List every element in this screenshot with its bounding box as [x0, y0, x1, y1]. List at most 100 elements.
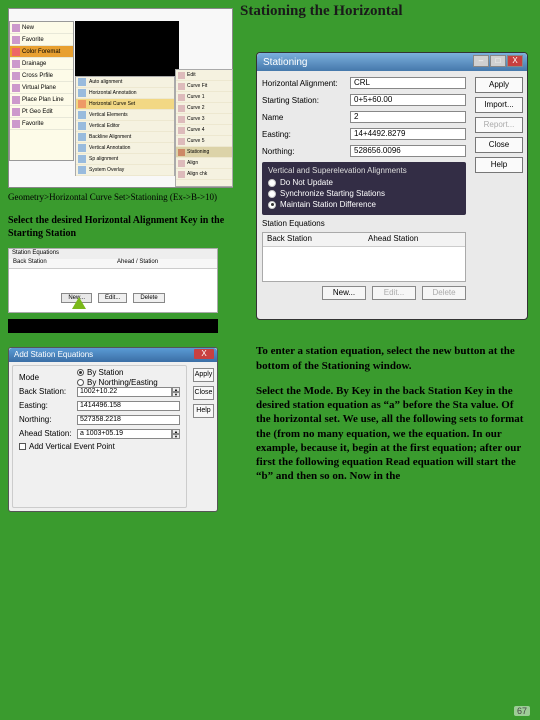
delete-button[interactable]: Delete — [422, 286, 466, 300]
submenu-item-selected[interactable]: Horizontal Curve Set — [76, 99, 174, 110]
close-button[interactable]: Close — [475, 137, 523, 153]
close-icon[interactable]: X — [507, 55, 523, 67]
easting2-input[interactable]: 14+4492.8279 — [350, 128, 466, 140]
apply-button[interactable]: Apply — [475, 77, 523, 93]
page-title: Stationing the Horizontal — [240, 2, 403, 22]
submenu-item[interactable]: System Overlay — [76, 165, 174, 176]
submenu-2: Edit Curve Fit Curve 1 Curve 2 Curve 3 C… — [175, 69, 233, 187]
menu-item[interactable]: Drainage — [10, 58, 73, 70]
caption-menu-path: Geometry>Horizontal Curve Set>Stationing… — [8, 192, 233, 204]
mode-label: Mode — [19, 373, 77, 382]
back-station-input[interactable] — [77, 387, 172, 397]
radio-maintain[interactable] — [268, 201, 276, 209]
submenu-item[interactable]: Auto alignment — [76, 77, 174, 88]
menu-item[interactable]: Pt Geo Edit — [10, 106, 73, 118]
stationing-title: Stationing — [263, 57, 307, 68]
report-button[interactable]: Report... — [475, 117, 523, 133]
submenu2-item[interactable]: Curve Fit — [176, 81, 232, 92]
radio-by-station[interactable] — [77, 369, 84, 376]
submenu2-item[interactable]: Align chk — [176, 169, 232, 180]
mini-header: Station Equations — [9, 249, 217, 259]
station-equations-mini: Station Equations Back Station Ahead / S… — [8, 248, 218, 313]
caption-instruction-1: Select the desired Horizontal Alignment … — [8, 214, 233, 240]
menu-item[interactable]: Virtual Plane — [10, 82, 73, 94]
submenu-item[interactable]: Backline Alignment — [76, 132, 174, 143]
right-column: Stationing – □ X Horizontal Alignment: C… — [256, 52, 528, 484]
submenu2-item[interactable]: Align — [176, 158, 232, 169]
submenu2-item-selected[interactable]: Stationing — [176, 147, 232, 158]
radio-do-not-update[interactable] — [268, 179, 276, 187]
submenu2-item[interactable]: Curve 1 — [176, 92, 232, 103]
mini-delete-button[interactable]: Delete — [133, 293, 164, 303]
menu-screenshot: New Favorite Color Foremat Drainage Cros… — [8, 8, 233, 188]
instruction-paragraph-1: To enter a station equation, select the … — [256, 344, 524, 374]
submenu2-item[interactable]: Curve 3 — [176, 114, 232, 125]
horiz-align-label: Horizontal Alignment: — [262, 79, 350, 88]
menu-item-selected[interactable]: Color Foremat — [10, 46, 73, 58]
new-button[interactable]: New... — [322, 286, 366, 300]
menu-item[interactable]: Place Plan Line — [10, 94, 73, 106]
menu-item[interactable]: Favorite — [10, 118, 73, 130]
horiz-align-select[interactable]: CRL — [350, 77, 466, 89]
black-bar — [8, 319, 218, 333]
page-number: 67 — [514, 706, 530, 716]
add-station-dialog: Add Station Equations X Mode By Station … — [8, 347, 218, 512]
help-button[interactable]: Help — [475, 157, 523, 173]
col-ahead: Ahead Station — [364, 233, 465, 246]
edit-button[interactable]: Edit... — [372, 286, 416, 300]
mini-columns: Back Station Ahead / Station — [9, 259, 217, 269]
apply-button[interactable]: Apply — [193, 368, 214, 382]
mini-col-ahead: Ahead / Station — [113, 259, 217, 268]
easting-label: Easting: — [19, 401, 77, 410]
close-button[interactable]: Close — [193, 386, 214, 400]
stationing-dialog: Stationing – □ X Horizontal Alignment: C… — [256, 52, 528, 320]
station-equations-label: Station Equations — [262, 219, 466, 228]
submenu-item[interactable]: Horizontal Annotation — [76, 88, 174, 99]
starting-station-input[interactable]: 0+5+60.00 — [350, 94, 466, 106]
import-button[interactable]: Import... — [475, 97, 523, 113]
close-icon[interactable]: X — [194, 349, 214, 359]
submenu2-item[interactable]: Edit — [176, 70, 232, 81]
arrow-up-icon — [69, 297, 83, 311]
equations-grid: Back Station Ahead Station — [262, 232, 466, 282]
easting2-label: Easting: — [262, 130, 350, 139]
submenu-item[interactable]: Vertical Editor — [76, 121, 174, 132]
main-menu: New Favorite Color Foremat Drainage Cros… — [9, 21, 74, 161]
add-station-title: Add Station Equations — [14, 350, 93, 359]
easting-input[interactable] — [77, 401, 180, 411]
starting-station-label: Starting Station: — [262, 96, 350, 105]
submenu2-item[interactable]: Curve 5 — [176, 136, 232, 147]
ahead-station-label: Ahead Station: — [19, 429, 77, 438]
submenu-item[interactable]: Sp alignment — [76, 154, 174, 165]
minimize-icon[interactable]: – — [473, 55, 489, 67]
submenu2-item[interactable]: Curve 2 — [176, 103, 232, 114]
add-station-titlebar[interactable]: Add Station Equations X — [9, 348, 217, 362]
northing2-input[interactable]: 528656.0096 — [350, 145, 466, 157]
instruction-paragraph-2: Select the Mode. By Key in the back Stat… — [256, 384, 524, 484]
menu-item[interactable]: Cross Prfile — [10, 70, 73, 82]
ahead-station-input[interactable] — [77, 429, 172, 439]
mini-col-back: Back Station — [9, 259, 113, 268]
spinner-icon[interactable]: ▲▼ — [172, 387, 180, 397]
northing-input[interactable] — [77, 415, 180, 425]
help-button[interactable]: Help — [193, 404, 214, 418]
radio-synchronize[interactable] — [268, 190, 276, 198]
mini-body — [9, 269, 217, 289]
menu-item[interactable]: Favorite — [10, 34, 73, 46]
maximize-icon[interactable]: □ — [490, 55, 506, 67]
left-column: New Favorite Color Foremat Drainage Cros… — [8, 8, 233, 512]
name-input[interactable]: 2 — [350, 111, 466, 123]
submenu-item[interactable]: Vertical Annotation — [76, 143, 174, 154]
group-legend: Vertical and Superelevation Alignments — [268, 166, 460, 175]
spinner-icon[interactable]: ▲▼ — [172, 429, 180, 439]
menu-item[interactable]: New — [10, 22, 73, 34]
mini-edit-button[interactable]: Edit... — [98, 293, 127, 303]
stationing-titlebar[interactable]: Stationing – □ X — [257, 53, 527, 71]
name-label: Name — [262, 113, 350, 122]
radio-by-ne[interactable] — [77, 379, 84, 386]
submenu2-item[interactable]: Curve 4 — [176, 125, 232, 136]
submenu-item[interactable]: Vertical Elements — [76, 110, 174, 121]
northing-label: Northing: — [19, 415, 77, 424]
col-back: Back Station — [263, 233, 364, 246]
add-vertical-checkbox[interactable] — [19, 443, 26, 450]
